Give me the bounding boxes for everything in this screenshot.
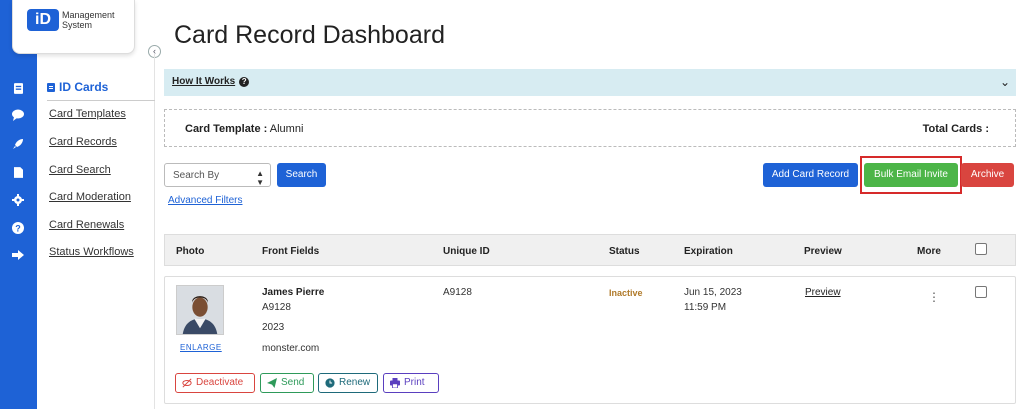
table-header: Photo Front Fields Unique ID Status Expi… [164, 234, 1016, 266]
more-options-icon[interactable]: ⋮ [928, 290, 940, 304]
sidebar-item-card-moderation[interactable]: Card Moderation [49, 191, 131, 203]
front-field-year: 2023 [262, 322, 285, 333]
column-header-unique-id: Unique ID [443, 246, 490, 257]
select-all-checkbox[interactable] [975, 243, 987, 255]
document-icon[interactable] [9, 163, 27, 181]
how-it-works-bar[interactable]: How It Works? ⌄ [164, 69, 1016, 96]
expiration-date: Jun 15, 2023 [684, 287, 742, 298]
how-it-works-link[interactable]: How It Works? [172, 76, 250, 87]
table-row: ENLARGE James Pierre A9128 2023 monster.… [164, 276, 1016, 404]
search-button[interactable]: Search [277, 163, 326, 187]
card-template-label: Card Template : Alumni [185, 123, 304, 135]
column-header-more: More [917, 246, 941, 257]
sidebar-item-card-records[interactable]: Card Records [49, 136, 117, 148]
row-select-checkbox[interactable] [975, 286, 987, 298]
eye-slash-icon [182, 378, 192, 388]
add-card-record-button[interactable]: Add Card Record [763, 163, 858, 187]
id-card-icon [47, 82, 55, 92]
front-field-name: James Pierre [262, 287, 325, 298]
logo: iD Management System [12, 0, 135, 54]
icon-sidebar: ? [0, 0, 45, 409]
printer-icon [390, 378, 400, 388]
unique-id: A9128 [443, 287, 472, 298]
send-button[interactable]: Send [260, 373, 314, 393]
preview-link[interactable]: Preview [805, 287, 841, 298]
column-header-status: Status [609, 246, 640, 257]
expiration-time: 11:59 PM [684, 302, 727, 313]
help-icon: ? [239, 77, 250, 87]
sidebar-item-card-templates[interactable]: Card Templates [49, 108, 126, 120]
total-cards-label: Total Cards : [922, 123, 989, 135]
clock-icon [325, 378, 335, 388]
column-header-photo: Photo [176, 246, 205, 257]
front-field-org: monster.com [262, 343, 320, 354]
svg-text:?: ? [15, 224, 21, 234]
sidebar: ID Cards Card Templates Card Records Car… [37, 54, 155, 409]
sidebar-item-status-workflows[interactable]: Status Workflows [49, 246, 134, 258]
card-template-value: Alumni [269, 123, 304, 135]
id-card-icon[interactable] [0, 76, 45, 100]
gear-icon[interactable] [9, 191, 27, 209]
bulk-email-invite-button[interactable]: Bulk Email Invite [864, 163, 958, 187]
status-badge: Inactive [609, 288, 643, 298]
column-header-preview: Preview [804, 246, 842, 257]
template-info: Card Template : Alumni Total Cards : [164, 109, 1016, 147]
chevron-down-icon[interactable]: ⌄ [1000, 75, 1010, 89]
advanced-filters-link[interactable]: Advanced Filters [168, 195, 242, 206]
paper-plane-icon [267, 378, 277, 388]
renew-button[interactable]: Renew [318, 373, 378, 393]
sidebar-divider [47, 100, 155, 101]
help-icon[interactable]: ? [9, 219, 27, 237]
sidebar-heading: ID Cards [47, 80, 108, 94]
column-header-front-fields: Front Fields [262, 246, 320, 257]
column-header-expiration: Expiration [684, 246, 733, 257]
logout-icon[interactable] [9, 246, 27, 264]
sidebar-item-card-search[interactable]: Card Search [49, 164, 111, 176]
sidebar-item-card-renewals[interactable]: Card Renewals [49, 219, 124, 231]
profile-photo[interactable] [176, 285, 224, 335]
deactivate-button[interactable]: Deactivate [175, 373, 255, 393]
rocket-icon[interactable] [9, 135, 27, 153]
logo-mark: iD [27, 9, 59, 31]
print-button[interactable]: Print [383, 373, 439, 393]
front-field-id: A9128 [262, 302, 291, 313]
archive-button[interactable]: Archive [961, 163, 1014, 187]
page-title: Card Record Dashboard [174, 21, 445, 49]
logo-text: Management System [62, 10, 115, 30]
enlarge-link[interactable]: ENLARGE [180, 343, 222, 352]
select-arrows-icon: ▲ ▼ [256, 169, 264, 187]
chat-icon[interactable] [9, 106, 27, 124]
search-by-select[interactable]: Search By ▲ ▼ [164, 163, 271, 187]
